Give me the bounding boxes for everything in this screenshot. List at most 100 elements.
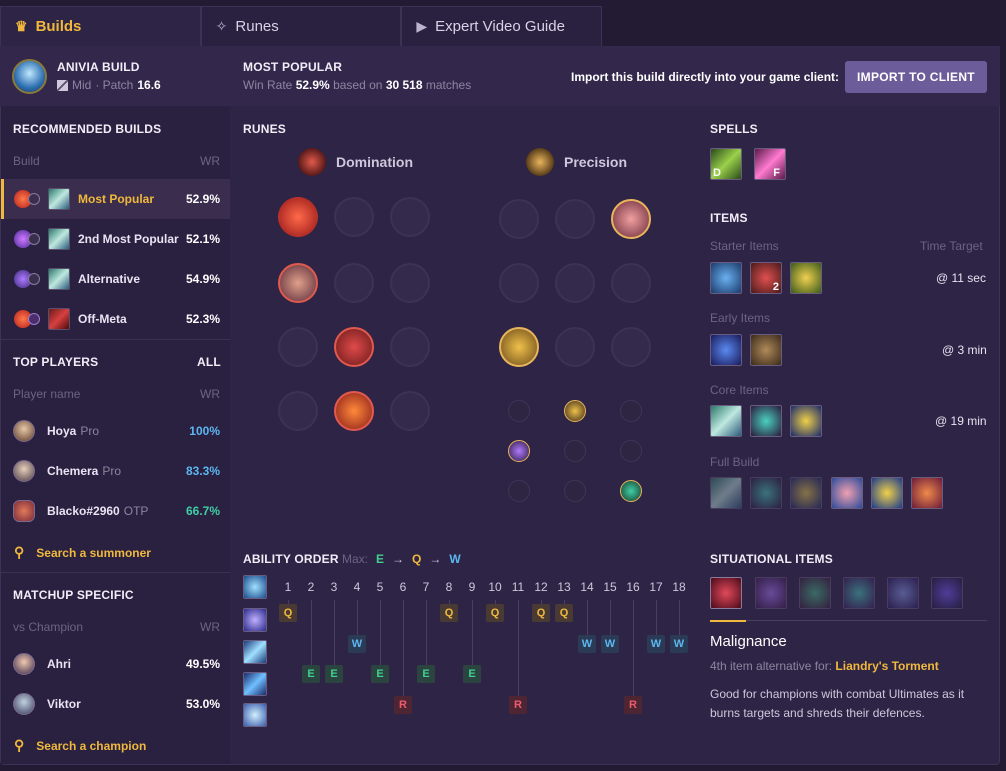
player-wr: 83.3%: [185, 464, 220, 478]
skill-point-q: Q: [279, 604, 297, 622]
build-row-off-meta[interactable]: Off-Meta 52.3%: [1, 299, 230, 339]
shard[interactable]: [620, 440, 642, 462]
situational-item-malignance[interactable]: [710, 577, 742, 609]
avatar: [13, 460, 35, 482]
item-icon: [48, 228, 70, 250]
build-title: ANIVIA BUILD: [57, 60, 140, 74]
spell-ignite[interactable]: D: [710, 148, 742, 180]
situational-item[interactable]: [931, 577, 963, 609]
rune-precision-selected[interactable]: [611, 199, 651, 239]
situational-item[interactable]: [799, 577, 831, 609]
item-core-2[interactable]: [750, 405, 782, 437]
level-line: [426, 600, 427, 674]
item-full-2[interactable]: [750, 477, 782, 509]
situational-item-name: Malignance: [710, 633, 787, 650]
rune-row1[interactable]: [334, 263, 374, 303]
rune-row2[interactable]: [390, 327, 430, 367]
item-full-1[interactable]: [710, 477, 742, 509]
secondary-rune-icon: [28, 193, 40, 205]
build-row-alternative[interactable]: Alternative 54.9%: [1, 259, 230, 299]
build-row-most-popular[interactable]: Most Popular 52.9%: [1, 179, 230, 219]
level-number: 10: [488, 580, 502, 594]
builds-icon: ♛: [15, 18, 28, 34]
build-column-header: Build: [13, 154, 40, 168]
video-icon: ▶: [416, 18, 428, 34]
player-row[interactable]: Chemera Pro 83.3%: [1, 451, 230, 491]
rune-precision[interactable]: [499, 263, 539, 303]
wr-column-header: WR: [200, 620, 220, 634]
top-players-title: TOP PLAYERS: [13, 355, 99, 369]
rune-precision-selected[interactable]: [499, 327, 539, 367]
rune-precision[interactable]: [611, 327, 651, 367]
rune-precision[interactable]: [555, 263, 595, 303]
shard[interactable]: [508, 480, 530, 502]
item-core-1[interactable]: [710, 405, 742, 437]
item-starter-2[interactable]: 2: [750, 262, 782, 294]
rune-electrocute[interactable]: [278, 197, 318, 237]
all-players-link[interactable]: ALL: [197, 355, 221, 369]
level-line: [518, 600, 519, 705]
tab-builds[interactable]: ♛ Builds: [0, 6, 201, 46]
search-champion-link[interactable]: ⚲ Search a champion: [14, 737, 146, 754]
level-line: [472, 600, 473, 674]
item-full-6[interactable]: [911, 477, 943, 509]
situational-item[interactable]: [843, 577, 875, 609]
rune-row1-selected[interactable]: [278, 263, 318, 303]
skill-point-w: W: [348, 635, 366, 653]
situational-item[interactable]: [887, 577, 919, 609]
item-starter-3[interactable]: [790, 262, 822, 294]
rune-row2[interactable]: [278, 327, 318, 367]
situational-item[interactable]: [755, 577, 787, 609]
level-number: 3: [330, 580, 338, 594]
tab-runes[interactable]: ✧ Runes: [200, 6, 402, 46]
build-meta: Mid · Patch 16.6: [57, 78, 161, 92]
champion-portrait: [12, 59, 47, 94]
item-early-2[interactable]: [750, 334, 782, 366]
alt-item-link[interactable]: Liandry's Torment: [835, 659, 938, 673]
item-core-3[interactable]: [790, 405, 822, 437]
core-time: @ 19 min: [935, 414, 987, 428]
shard[interactable]: [508, 400, 530, 422]
shard-selected[interactable]: [564, 400, 586, 422]
precision-tree-header: Precision: [526, 148, 627, 176]
player-row[interactable]: Blacko#2960 OTP 66.7%: [1, 491, 230, 531]
matchup-row[interactable]: Viktor 53.0%: [1, 684, 230, 724]
items-title: ITEMS: [710, 211, 748, 225]
rune-row2-selected[interactable]: [334, 327, 374, 367]
item-starter-1[interactable]: [710, 262, 742, 294]
situational-description: Good for champions with combat Ultimates…: [710, 687, 965, 720]
rune-precision[interactable]: [555, 327, 595, 367]
build-row-second[interactable]: 2nd Most Popular 52.1%: [1, 219, 230, 259]
r-ability-icon: [243, 703, 267, 727]
role-label: Mid: [72, 78, 92, 92]
rune-row3-selected[interactable]: [334, 391, 374, 431]
spells-title: SPELLS: [710, 122, 758, 136]
skill-point-e: E: [325, 665, 343, 683]
matchup-row[interactable]: Ahri 49.5%: [1, 644, 230, 684]
item-early-1[interactable]: [710, 334, 742, 366]
rune-precision[interactable]: [611, 263, 651, 303]
rune-keystone[interactable]: [390, 197, 430, 237]
search-summoner-link[interactable]: ⚲ Search a summoner: [14, 544, 151, 561]
item-full-5[interactable]: [871, 477, 903, 509]
rune-precision[interactable]: [499, 199, 539, 239]
import-to-client-button[interactable]: IMPORT TO CLIENT: [845, 61, 987, 93]
shard[interactable]: [564, 440, 586, 462]
rune-precision[interactable]: [555, 199, 595, 239]
tab-expert-video-guide[interactable]: ▶ Expert Video Guide: [401, 6, 603, 46]
player-name: Hoya: [47, 424, 77, 438]
rune-row1[interactable]: [390, 263, 430, 303]
starter-items-label: Starter Items: [710, 239, 779, 253]
starter-time: @ 11 sec: [936, 271, 986, 285]
item-full-3[interactable]: [790, 477, 822, 509]
rune-row3[interactable]: [390, 391, 430, 431]
item-full-4[interactable]: [831, 477, 863, 509]
shard[interactable]: [564, 480, 586, 502]
player-row[interactable]: Hoya Pro 100%: [1, 411, 230, 451]
shard-selected[interactable]: [620, 480, 642, 502]
shard[interactable]: [620, 400, 642, 422]
rune-row3[interactable]: [278, 391, 318, 431]
shard-selected[interactable]: [508, 440, 530, 462]
spell-flash[interactable]: F: [754, 148, 786, 180]
rune-keystone[interactable]: [334, 197, 374, 237]
